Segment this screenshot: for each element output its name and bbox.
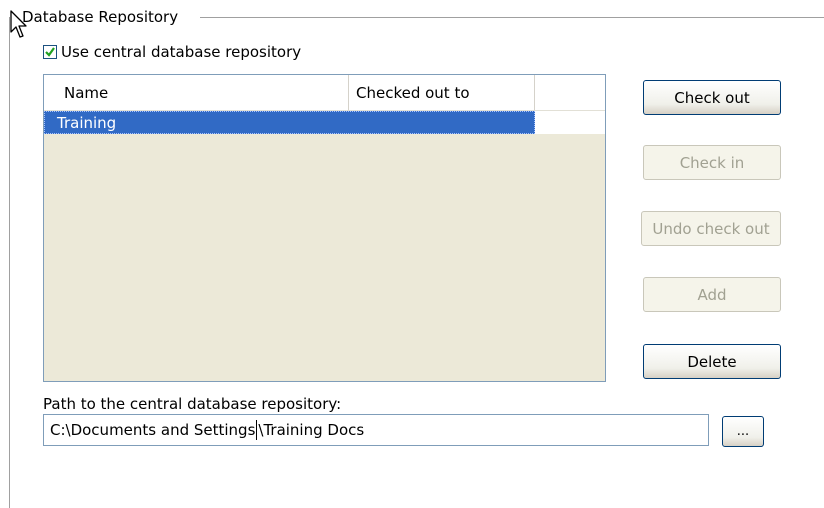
group-box-top-border (200, 17, 824, 18)
delete-button[interactable]: Delete (643, 344, 781, 379)
mouse-pointer-icon (10, 10, 27, 38)
list-row-selected[interactable]: Training (44, 111, 535, 134)
use-central-repository-checkbox-row[interactable]: Use central database repository (43, 43, 301, 61)
text-caret (256, 420, 258, 440)
path-value-end: \Training Docs (258, 421, 365, 439)
check-out-button[interactable]: Check out (643, 80, 781, 115)
column-header-name[interactable]: Name (44, 75, 349, 111)
list-cell-name: Training (57, 113, 117, 132)
list-row-filler (535, 111, 605, 134)
path-input[interactable]: C:\Documents and Settings \Training Docs (43, 414, 709, 446)
list-header: Name Checked out to (44, 75, 535, 111)
group-box-title: Database Repository (20, 8, 181, 26)
undo-check-out-button[interactable]: Undo check out (641, 211, 781, 246)
use-central-repository-label[interactable]: Use central database repository (61, 43, 301, 61)
use-central-repository-checkbox[interactable] (43, 45, 57, 59)
list-header-filler (535, 75, 605, 111)
check-in-button[interactable]: Check in (643, 145, 781, 180)
add-button[interactable]: Add (643, 277, 781, 312)
path-value-start: C:\Documents and Settings (50, 421, 256, 439)
path-label: Path to the central database repository: (43, 395, 342, 413)
checkmark-icon (45, 47, 55, 57)
browse-button[interactable]: ... (722, 416, 764, 447)
repository-list[interactable]: Name Checked out to Training (43, 74, 606, 382)
group-box-left-border (9, 17, 10, 508)
column-header-checked-out-to[interactable]: Checked out to (349, 75, 535, 111)
